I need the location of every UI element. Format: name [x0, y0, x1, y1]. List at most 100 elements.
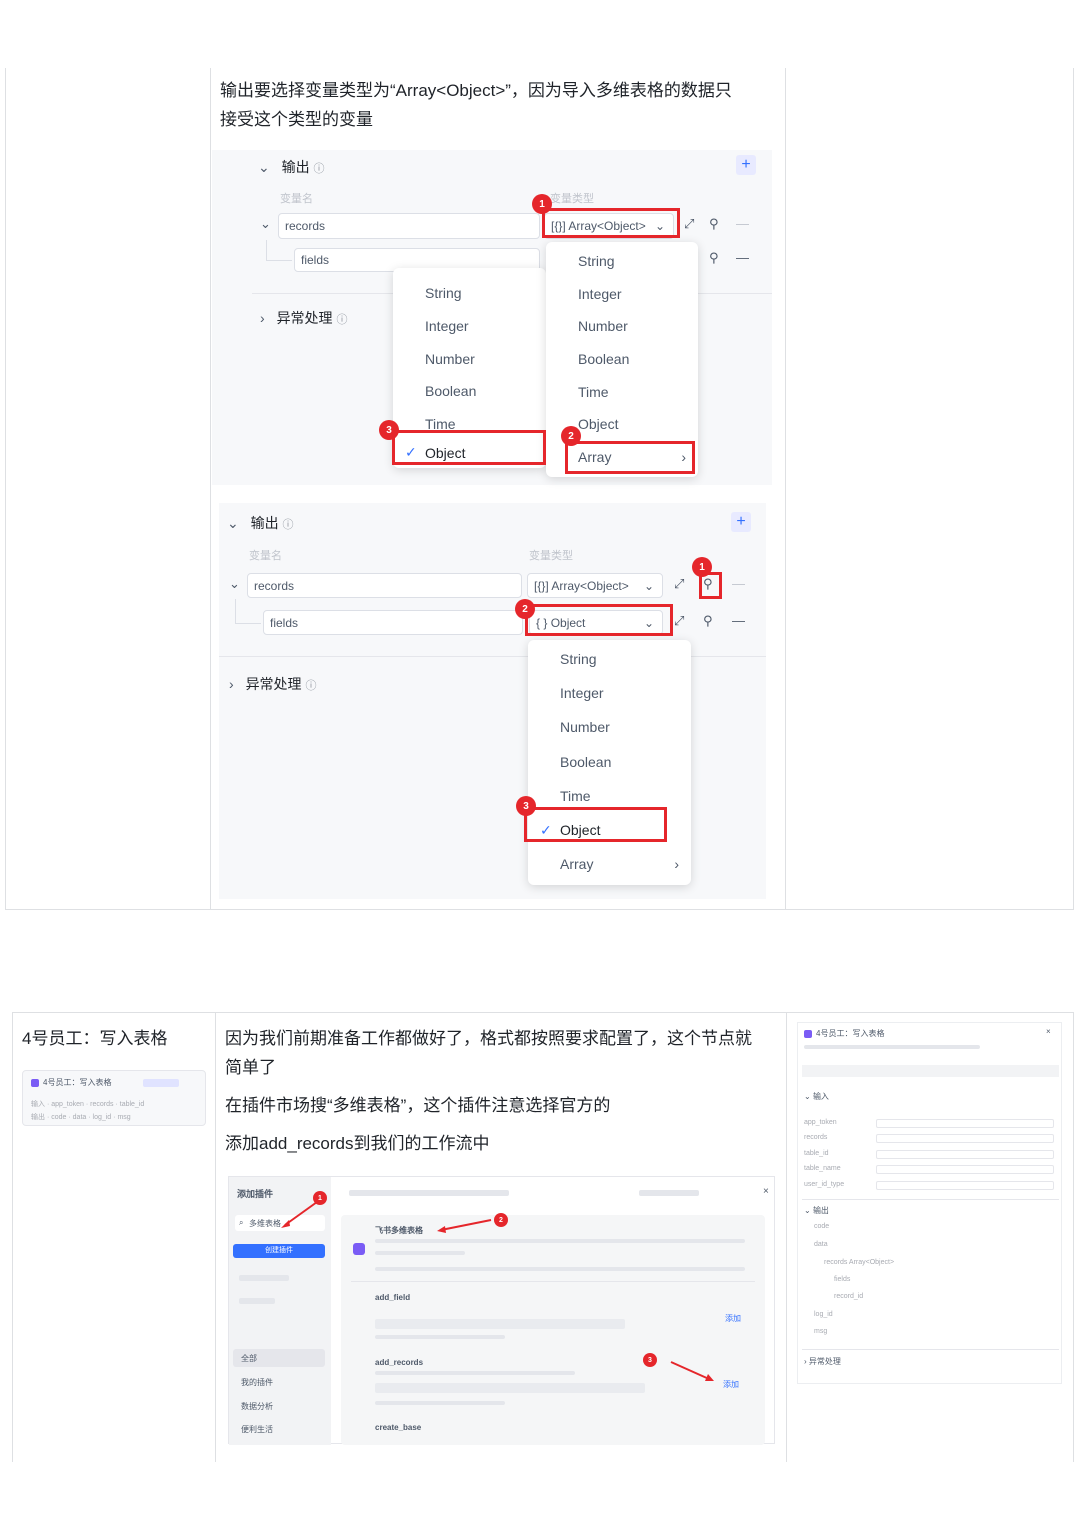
remove-icon[interactable]: — [736, 216, 749, 231]
menu-item-array-label: Array [560, 856, 594, 872]
records-name-input[interactable]: records [278, 213, 540, 239]
records-name-input[interactable]: records [247, 573, 522, 598]
output-param-record-id: record_id [834, 1293, 864, 1300]
node-desc [804, 1045, 980, 1049]
remove-icon[interactable]: — [732, 613, 745, 628]
info-icon: ⓘ [336, 314, 348, 326]
output-section-header[interactable]: ⌄ 输出 ⓘ [258, 157, 325, 177]
tree-line [266, 240, 267, 260]
exception-section-header[interactable]: › 异常处理 ⓘ [229, 674, 316, 694]
param-value-input[interactable] [876, 1119, 1054, 1128]
table-border-col1 [210, 68, 211, 910]
arrow-2 [440, 1219, 492, 1231]
expand-icon[interactable]: ⤢ [684, 216, 694, 232]
expand-icon[interactable]: ⤢ [674, 576, 684, 592]
menu-item-time[interactable]: Time [546, 375, 698, 408]
table-border-top [12, 1012, 1074, 1013]
remove-icon[interactable]: — [736, 250, 749, 265]
param-value-input[interactable] [876, 1134, 1054, 1143]
menu-item-number[interactable]: Number [393, 342, 546, 375]
menu-item-integer[interactable]: Integer [546, 277, 698, 310]
node-thumbnail-left: 4号员工：写入表格 输入 · app_token · records · tab… [22, 1070, 206, 1126]
output-param-records-type: Array<Object> [848, 1259, 895, 1266]
chevron-right-icon: › [674, 856, 679, 872]
arrow-1-head [281, 1220, 290, 1228]
param-data: data [72, 1114, 87, 1121]
output-param-records-name: records [824, 1259, 848, 1266]
records-name-text: records [254, 578, 295, 593]
menu-item-string[interactable]: String [528, 642, 691, 676]
param-value-input[interactable] [876, 1165, 1054, 1174]
chevron-down-icon[interactable]: ⌄ [229, 576, 240, 592]
col-type-label: 变量类型 [550, 193, 594, 205]
table-border-left [5, 68, 6, 910]
exception-section-header[interactable]: › 异常处理 ⓘ [260, 308, 347, 328]
menu-item-number[interactable]: Number [528, 710, 691, 744]
chevron-down-icon[interactable]: ⌄ [260, 216, 271, 232]
step-badge-2: 2 [515, 599, 535, 619]
param-value-input[interactable] [876, 1181, 1054, 1190]
output-section-header[interactable]: ⌄ 输出 ⓘ [227, 513, 294, 533]
node-title: 4号员工：写入表格 [43, 1078, 112, 1087]
records-type-text: Array<Object> [551, 578, 629, 593]
step-badge-3: 3 [379, 420, 399, 440]
param-app-token: app_token [51, 1101, 84, 1108]
output-section-header[interactable]: ⌄ 输出 [804, 1205, 829, 1216]
menu-item-array[interactable]: Array › [528, 847, 691, 881]
add-output-button[interactable]: + [731, 512, 751, 532]
input-param-app-token: app_token [804, 1119, 837, 1126]
tree-line [266, 260, 292, 261]
step-title: 4号员工：写入表格 [22, 1029, 168, 1048]
divider [802, 1349, 1059, 1350]
output-title: 输出 [281, 159, 310, 175]
add-child-icon[interactable]: ⚲ [703, 613, 713, 629]
row-label: 输出 [31, 1114, 45, 1121]
step-badge-1: 1 [532, 194, 552, 214]
output-param-code: code [814, 1223, 830, 1230]
arrow-1 [284, 1201, 318, 1226]
output-title: 输出 [812, 1206, 829, 1215]
screenshot-node-config: 4号员工：写入表格 × ⌄ 输入 app_token records table… [797, 1022, 1062, 1384]
info-icon: ⓘ [305, 680, 317, 692]
table-border-col1 [215, 1012, 216, 1462]
exception-title: 异常处理 [276, 310, 333, 326]
menu-item-boolean[interactable]: Boolean [528, 745, 691, 779]
fields-name-input[interactable]: fields [263, 610, 523, 635]
input-param-table-id: table_id [804, 1150, 829, 1157]
col-name-label: 变量名 [249, 550, 282, 562]
param-value-input[interactable] [876, 1150, 1054, 1159]
close-icon[interactable]: × [1046, 1027, 1051, 1036]
menu-item-boolean[interactable]: Boolean [546, 342, 698, 375]
chevron-down-icon: ⌄ [258, 159, 270, 175]
arrow-3 [670, 1361, 710, 1380]
menu-item-integer[interactable]: Integer [393, 309, 546, 342]
menu-item-number[interactable]: Number [546, 309, 698, 342]
paragraph-1-line-1: 因为我们前期准备工作都做好了，格式都按照要求配置了，这个节点就 [225, 1029, 752, 1048]
fields-name-text: fields [270, 615, 299, 630]
highlight-object [524, 807, 667, 842]
expand-icon[interactable]: ⤢ [674, 613, 684, 629]
menu-item-string[interactable]: String [393, 276, 546, 309]
exception-section-header[interactable]: › 异常处理 [804, 1356, 841, 1367]
remove-icon[interactable]: — [732, 576, 745, 591]
output-param-records: records Array<Object> [824, 1259, 894, 1266]
table-border-right [1073, 68, 1074, 910]
info-icon: ⓘ [313, 163, 325, 175]
step-badge-3: 3 [643, 1353, 657, 1367]
output-param-fields: fields [834, 1276, 851, 1283]
paragraph-3: 添加add_records到我们的工作流中 [225, 1134, 490, 1153]
step-badge-2: 2 [494, 1213, 508, 1227]
menu-item-boolean[interactable]: Boolean [393, 374, 546, 407]
col-name-label: 变量名 [280, 193, 313, 205]
node-icon [804, 1030, 812, 1038]
col-type-label: 变量类型 [529, 550, 573, 562]
menu-item-string[interactable]: String [546, 244, 698, 277]
records-type-select[interactable]: [{}] Array<Object> ⌄ [527, 573, 663, 598]
exception-title: 异常处理 [808, 1357, 841, 1366]
menu-item-integer[interactable]: Integer [528, 676, 691, 710]
add-output-button[interactable]: + [736, 155, 756, 175]
param-table-id: table_id [119, 1101, 145, 1108]
add-child-icon[interactable]: ⚲ [709, 250, 719, 266]
input-section-header[interactable]: ⌄ 输入 [804, 1091, 829, 1102]
add-child-icon[interactable]: ⚲ [709, 216, 719, 232]
